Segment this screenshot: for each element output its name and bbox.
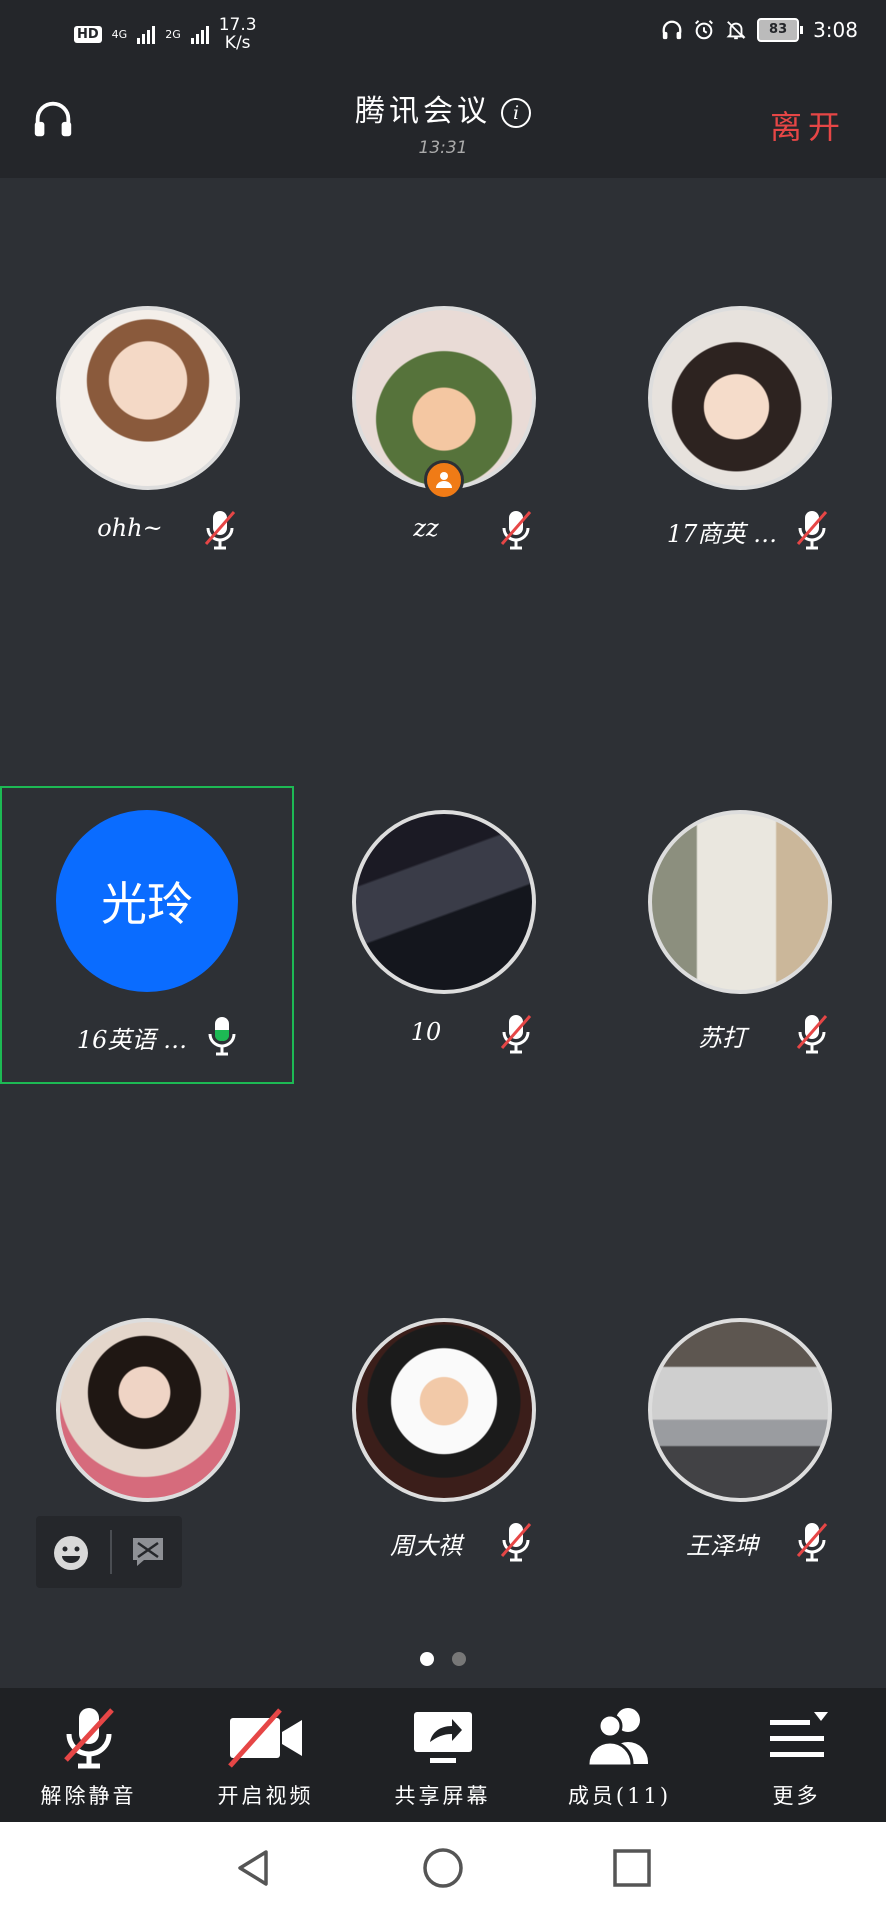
meeting-title[interactable]: 腾讯会议 i [0,86,886,130]
emoji-icon[interactable] [52,1534,90,1572]
members-icon [586,1708,648,1768]
participant-avatar [352,1318,536,1502]
mic-muted-icon [796,1015,828,1054]
page-dot-1[interactable] [420,1652,434,1666]
participant-info: 16英语 … [2,1014,296,1056]
chat-divider [110,1530,112,1574]
battery-level: 83 [757,18,800,42]
chat-toggle-icon[interactable] [130,1534,166,1570]
network-type-2: 2G [165,27,181,41]
mic-muted-icon [204,511,236,550]
status-bar: HD 4G 2G 17.3 K/s 83 3:08 [0,0,886,66]
participant-name: 周大祺 [390,1532,462,1560]
start-video-label: 开启视频 [217,1784,314,1808]
mic-muted-icon [796,1523,828,1562]
network-speed: 17.3 K/s [219,16,257,52]
hd-icon: HD [74,25,102,43]
back-icon[interactable] [232,1846,276,1890]
mic-muted-icon [500,511,532,550]
participant-name: 17商英 … [666,520,778,548]
start-video-button[interactable]: 开启视频 [177,1688,354,1822]
page-indicator [0,1652,886,1666]
participant-avatar [648,306,832,490]
participant-tile[interactable]: 10 [296,786,590,1084]
members-button[interactable]: 成员(11) [531,1688,708,1822]
participant-avatar [56,1318,240,1502]
share-screen-button[interactable]: 共享屏幕 [354,1688,531,1822]
participant-name: zz [413,514,439,542]
video-off-icon [227,1708,302,1768]
notifications-off-icon [726,21,746,40]
mic-muted-icon [500,1015,532,1054]
battery-icon: 83 [757,18,804,42]
mic-muted-icon [796,511,828,550]
alarm-icon [695,20,714,40]
participant-info: zz [296,508,590,550]
participant-name: 10 [410,1018,442,1046]
clock: 3:08 [813,18,858,42]
meeting-timer: 13:31 [418,138,468,158]
participant-info: 王泽坤 [592,1520,886,1562]
participant-avatar [352,810,536,994]
participant-name: 苏打 [698,1024,746,1052]
participant-name: 王泽坤 [686,1532,758,1560]
participant-tile[interactable]: 王泽坤 [592,1294,886,1592]
more-label: 更多 [772,1784,821,1808]
chat-widget [36,1516,182,1588]
avatar-initials: 光玲 [101,877,193,931]
participant-tile[interactable]: 苏打 [592,786,886,1084]
signal-icon-2 [190,24,209,44]
home-icon[interactable] [421,1846,465,1890]
participant-tile[interactable]: 周大祺 [296,1294,590,1592]
mic-active-icon [208,1017,236,1056]
participant-tile[interactable]: ohh~ [0,282,294,580]
host-badge-icon [424,460,464,500]
participant-name: 16英语 … [76,1026,188,1054]
speed-value: 17.3 [218,15,257,35]
more-button[interactable]: 更多 [708,1688,885,1822]
participant-name: ohh~ [97,514,163,542]
signal-icon [137,24,156,44]
participant-tile[interactable]: 17商英 … [592,282,886,580]
info-icon[interactable]: i [501,98,531,128]
meeting-header: 腾讯会议 i 13:31 离开 [0,66,886,178]
participant-avatar [56,306,240,490]
participant-avatar: 光玲 [56,810,238,992]
participant-info: 苏打 [592,1012,886,1054]
recents-icon[interactable] [610,1846,654,1890]
participant-info: 10 [296,1012,590,1054]
participant-avatar [648,1318,832,1502]
page-dot-2[interactable] [452,1652,466,1666]
participant-tile[interactable]: zz [296,282,590,580]
speed-unit: K/s [224,33,251,53]
unmute-button[interactable]: 解除静音 [0,1688,177,1822]
participant-info: ohh~ [0,508,294,550]
mic-muted-icon [500,1523,532,1562]
leave-button[interactable]: 离开 [770,102,846,148]
participant-info: 17商英 … [592,508,886,550]
headphones-icon [662,20,682,40]
participant-info: 周大祺 [296,1520,590,1562]
more-menu-icon [769,1712,828,1757]
unmute-label: 解除静音 [40,1784,137,1808]
share-screen-label: 共享屏幕 [394,1784,491,1808]
members-label: 成员(11) [567,1784,672,1808]
participant-avatar [648,810,832,994]
participant-tile[interactable]: 光玲 16英语 … [0,786,294,1084]
system-nav-bar [0,1822,886,1920]
meeting-toolbar: 解除静音 开启视频 共享屏幕 成员(11) 更多 [0,1688,886,1822]
share-screen-icon [413,1712,472,1763]
meeting-title-text: 腾讯会议 [355,94,491,129]
network-type-1: 4G [111,27,128,41]
mic-muted-icon [63,1708,114,1769]
